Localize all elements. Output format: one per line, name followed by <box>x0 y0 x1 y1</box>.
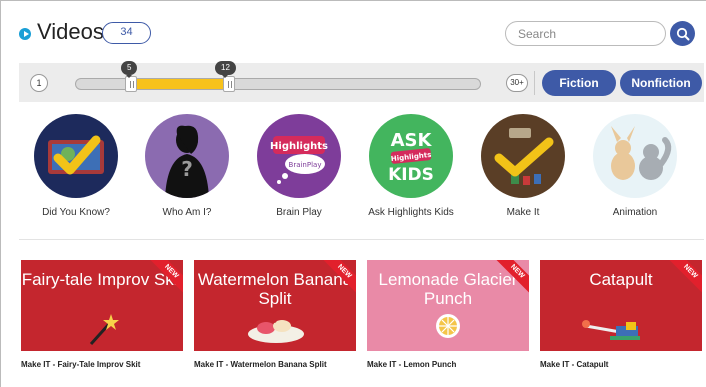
category-make-it[interactable]: Make It <box>463 114 583 219</box>
category-brain-play[interactable]: Highlights BrainPlay Brain Play <box>239 114 359 219</box>
video-caption[interactable]: Make IT - Fairy-Tale Improv Skit <box>21 360 183 370</box>
magic-wand-icon <box>89 314 119 346</box>
video-card[interactable]: Watermelon Banana Split NEW Make IT - Wa… <box>194 260 356 370</box>
category-did-you-know[interactable]: Did You Know? <box>16 114 136 219</box>
page-title: Videos <box>37 19 104 44</box>
banana-split-icon <box>248 317 304 343</box>
video-count-badge: 34 <box>102 22 151 44</box>
category-ask-highlights-kids[interactable]: ASK Highlights KIDS Ask Highlights Kids <box>351 114 471 219</box>
video-card[interactable]: Catapult NEW Make IT - Catapult <box>540 260 702 370</box>
catapult-icon <box>582 320 640 340</box>
video-thumbnail[interactable]: Fairy-tale Improv Skit NEW <box>21 260 183 351</box>
thumbnail-title: Watermelon Banana Split <box>197 270 353 308</box>
age-range-low-handle[interactable] <box>125 76 137 92</box>
animated-animals-icon <box>593 114 677 198</box>
checkmark-globe-icon <box>34 114 118 198</box>
search-input[interactable] <box>505 21 666 46</box>
svg-text:ASK: ASK <box>391 130 433 151</box>
silhouette-question-icon: ? <box>145 114 229 198</box>
age-range-fill <box>131 79 229 89</box>
svg-text:KIDS: KIDS <box>388 165 434 185</box>
svg-text:Highlights: Highlights <box>270 141 328 152</box>
video-card[interactable]: Fairy-tale Improv Skit NEW Make IT - Fai… <box>21 260 183 370</box>
play-circle-icon <box>19 28 31 40</box>
craft-checkmark-icon <box>481 114 565 198</box>
nonfiction-button[interactable]: Nonfiction <box>620 70 702 96</box>
video-caption[interactable]: Make IT - Catapult <box>540 360 702 370</box>
video-card[interactable]: Lemonade Glacier Punch NEW Make IT - Lem… <box>367 260 529 370</box>
thumbnail-title: Lemonade Glacier Punch <box>378 270 518 308</box>
search-button[interactable] <box>670 21 695 46</box>
video-caption[interactable]: Make IT - Lemon Punch <box>367 360 529 370</box>
category-label: Animation <box>612 207 658 218</box>
video-caption[interactable]: Make IT - Watermelon Banana Split <box>194 360 356 370</box>
category-label: Who Am I? <box>162 207 212 218</box>
category-label: Brain Play <box>276 207 322 218</box>
highlights-brainplay-logo: Highlights BrainPlay <box>257 114 341 198</box>
category-label: Make It <box>506 207 540 218</box>
range-low-tooltip: 5 <box>121 61 138 78</box>
video-thumbnail[interactable]: Catapult NEW <box>540 260 702 351</box>
range-high-tooltip: 12 <box>215 61 236 78</box>
category-who-am-i[interactable]: ? Who Am I? <box>127 114 247 219</box>
filter-separator <box>534 71 535 95</box>
thumbnail-title: Catapult <box>589 270 653 289</box>
ask-highlights-kids-logo: ASK Highlights KIDS <box>369 114 453 198</box>
age-max-label: 30+ <box>506 74 528 92</box>
age-range-high-handle[interactable] <box>223 76 235 92</box>
category-animation[interactable]: Animation <box>575 114 695 219</box>
search-icon <box>676 27 689 40</box>
lemon-slice-icon <box>436 314 460 338</box>
svg-text:?: ? <box>181 157 193 181</box>
category-label: Ask Highlights Kids <box>368 207 454 218</box>
fiction-button[interactable]: Fiction <box>542 70 616 96</box>
video-thumbnail[interactable]: Lemonade Glacier Punch NEW <box>367 260 529 351</box>
section-divider <box>19 239 704 240</box>
svg-text:BrainPlay: BrainPlay <box>289 161 322 169</box>
category-label: Did You Know? <box>42 207 110 218</box>
video-thumbnail[interactable]: Watermelon Banana Split NEW <box>194 260 356 351</box>
age-min-label: 1 <box>30 74 48 92</box>
thumbnail-title: Fairy-tale Improv Skit <box>21 270 183 289</box>
